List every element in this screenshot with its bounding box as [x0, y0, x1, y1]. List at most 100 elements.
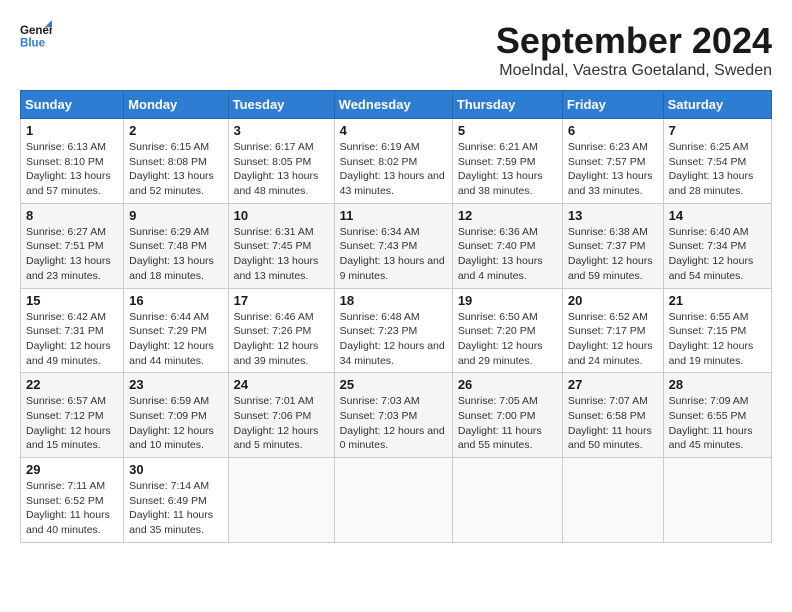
day-number: 18 [340, 293, 447, 308]
day-number: 1 [26, 123, 118, 138]
calendar-cell: 1 Sunrise: 6:13 AMSunset: 8:10 PMDaylight… [21, 119, 124, 204]
day-info: Sunrise: 6:59 AMSunset: 7:09 PMDaylight:… [129, 394, 222, 453]
day-number: 19 [458, 293, 557, 308]
calendar-cell: 4 Sunrise: 6:19 AMSunset: 8:02 PMDaylight… [334, 119, 452, 204]
calendar-cell: 9 Sunrise: 6:29 AMSunset: 7:48 PMDaylight… [124, 203, 228, 288]
calendar-table: SundayMondayTuesdayWednesdayThursdayFrid… [20, 90, 772, 543]
day-info: Sunrise: 6:25 AMSunset: 7:54 PMDaylight:… [669, 140, 766, 199]
weekday-header-monday: Monday [124, 91, 228, 119]
day-info: Sunrise: 6:38 AMSunset: 7:37 PMDaylight:… [568, 225, 658, 284]
weekday-header-thursday: Thursday [452, 91, 562, 119]
day-info: Sunrise: 7:01 AMSunset: 7:06 PMDaylight:… [234, 394, 329, 453]
day-info: Sunrise: 6:44 AMSunset: 7:29 PMDaylight:… [129, 310, 222, 369]
calendar-cell: 16 Sunrise: 6:44 AMSunset: 7:29 PMDayligh… [124, 288, 228, 373]
day-number: 4 [340, 123, 447, 138]
day-number: 5 [458, 123, 557, 138]
day-number: 30 [129, 462, 222, 477]
calendar-cell: 10 Sunrise: 6:31 AMSunset: 7:45 PMDayligh… [228, 203, 334, 288]
calendar-cell: 23 Sunrise: 6:59 AMSunset: 7:09 PMDayligh… [124, 373, 228, 458]
calendar-cell: 11 Sunrise: 6:34 AMSunset: 7:43 PMDayligh… [334, 203, 452, 288]
day-number: 22 [26, 377, 118, 392]
day-number: 23 [129, 377, 222, 392]
calendar-cell [452, 458, 562, 543]
day-info: Sunrise: 6:52 AMSunset: 7:17 PMDaylight:… [568, 310, 658, 369]
day-number: 16 [129, 293, 222, 308]
calendar-cell: 13 Sunrise: 6:38 AMSunset: 7:37 PMDayligh… [562, 203, 663, 288]
day-number: 29 [26, 462, 118, 477]
day-info: Sunrise: 7:11 AMSunset: 6:52 PMDaylight:… [26, 479, 118, 538]
location-title: Moelndal, Vaestra Goetaland, Sweden [496, 62, 772, 80]
day-number: 7 [669, 123, 766, 138]
calendar-cell: 21Sunrise: 6:55 AMSunset: 7:15 PMDayligh… [663, 288, 771, 373]
calendar-cell: 2Sunrise: 6:15 AMSunset: 8:08 PMDaylight… [124, 119, 228, 204]
calendar-cell: 5 Sunrise: 6:21 AMSunset: 7:59 PMDaylight… [452, 119, 562, 204]
calendar-cell: 12 Sunrise: 6:36 AMSunset: 7:40 PMDayligh… [452, 203, 562, 288]
day-info: Sunrise: 7:03 AMSunset: 7:03 PMDaylight:… [340, 394, 447, 453]
day-number: 26 [458, 377, 557, 392]
day-number: 13 [568, 208, 658, 223]
calendar-cell: 30 Sunrise: 7:14 AMSunset: 6:49 PMDayligh… [124, 458, 228, 543]
day-info: Sunrise: 6:31 AMSunset: 7:45 PMDaylight:… [234, 225, 329, 284]
calendar-cell: 27 Sunrise: 7:07 AMSunset: 6:58 PMDayligh… [562, 373, 663, 458]
day-info: Sunrise: 6:48 AMSunset: 7:23 PMDaylight:… [340, 310, 447, 369]
month-title: September 2024 [496, 20, 772, 62]
day-info: Sunrise: 6:17 AMSunset: 8:05 PMDaylight:… [234, 140, 329, 199]
day-number: 25 [340, 377, 447, 392]
day-number: 3 [234, 123, 329, 138]
day-number: 28 [669, 377, 766, 392]
calendar-cell: 18 Sunrise: 6:48 AMSunset: 7:23 PMDayligh… [334, 288, 452, 373]
day-info: Sunrise: 6:23 AMSunset: 7:57 PMDaylight:… [568, 140, 658, 199]
day-info: Sunrise: 6:19 AMSunset: 8:02 PMDaylight:… [340, 140, 447, 199]
day-number: 9 [129, 208, 222, 223]
day-info: Sunrise: 6:42 AMSunset: 7:31 PMDaylight:… [26, 310, 118, 369]
calendar-cell: 22 Sunrise: 6:57 AMSunset: 7:12 PMDayligh… [21, 373, 124, 458]
day-number: 10 [234, 208, 329, 223]
calendar-cell: 7 Sunrise: 6:25 AMSunset: 7:54 PMDaylight… [663, 119, 771, 204]
day-info: Sunrise: 7:09 AMSunset: 6:55 PMDaylight:… [669, 394, 766, 453]
day-info: Sunrise: 7:07 AMSunset: 6:58 PMDaylight:… [568, 394, 658, 453]
day-info: Sunrise: 6:34 AMSunset: 7:43 PMDaylight:… [340, 225, 447, 284]
day-info: Sunrise: 6:29 AMSunset: 7:48 PMDaylight:… [129, 225, 222, 284]
day-info: Sunrise: 6:46 AMSunset: 7:26 PMDaylight:… [234, 310, 329, 369]
day-info: Sunrise: 6:50 AMSunset: 7:20 PMDaylight:… [458, 310, 557, 369]
day-info: Sunrise: 6:36 AMSunset: 7:40 PMDaylight:… [458, 225, 557, 284]
calendar-cell [228, 458, 334, 543]
weekday-header-tuesday: Tuesday [228, 91, 334, 119]
day-number: 24 [234, 377, 329, 392]
calendar-cell [562, 458, 663, 543]
day-number: 15 [26, 293, 118, 308]
day-info: Sunrise: 6:55 AMSunset: 7:15 PMDaylight:… [669, 310, 766, 369]
calendar-cell [334, 458, 452, 543]
day-number: 14 [669, 208, 766, 223]
calendar-cell: 20 Sunrise: 6:52 AMSunset: 7:17 PMDayligh… [562, 288, 663, 373]
calendar-cell: 8 Sunrise: 6:27 AMSunset: 7:51 PMDaylight… [21, 203, 124, 288]
day-info: Sunrise: 6:57 AMSunset: 7:12 PMDaylight:… [26, 394, 118, 453]
day-number: 17 [234, 293, 329, 308]
day-number: 12 [458, 208, 557, 223]
weekday-header-wednesday: Wednesday [334, 91, 452, 119]
day-info: Sunrise: 7:05 AMSunset: 7:00 PMDaylight:… [458, 394, 557, 453]
day-number: 11 [340, 208, 447, 223]
day-number: 6 [568, 123, 658, 138]
day-info: Sunrise: 6:13 AMSunset: 8:10 PMDaylight:… [26, 140, 118, 199]
weekday-header-saturday: Saturday [663, 91, 771, 119]
svg-text:Blue: Blue [20, 38, 46, 50]
day-info: Sunrise: 6:40 AMSunset: 7:34 PMDaylight:… [669, 225, 766, 284]
day-number: 2 [129, 123, 222, 138]
day-number: 27 [568, 377, 658, 392]
calendar-cell: 17 Sunrise: 6:46 AMSunset: 7:26 PMDayligh… [228, 288, 334, 373]
calendar-cell: 3 Sunrise: 6:17 AMSunset: 8:05 PMDaylight… [228, 119, 334, 204]
day-info: Sunrise: 6:27 AMSunset: 7:51 PMDaylight:… [26, 225, 118, 284]
day-info: Sunrise: 7:14 AMSunset: 6:49 PMDaylight:… [129, 479, 222, 538]
calendar-cell: 14 Sunrise: 6:40 AMSunset: 7:34 PMDayligh… [663, 203, 771, 288]
calendar-cell: 25 Sunrise: 7:03 AMSunset: 7:03 PMDayligh… [334, 373, 452, 458]
day-info: Sunrise: 6:21 AMSunset: 7:59 PMDaylight:… [458, 140, 557, 199]
calendar-cell: 28 Sunrise: 7:09 AMSunset: 6:55 PMDayligh… [663, 373, 771, 458]
day-number: 20 [568, 293, 658, 308]
logo: General Blue [20, 20, 52, 52]
calendar-cell [663, 458, 771, 543]
calendar-cell: 15 Sunrise: 6:42 AMSunset: 7:31 PMDayligh… [21, 288, 124, 373]
day-number: 8 [26, 208, 118, 223]
calendar-cell: 26 Sunrise: 7:05 AMSunset: 7:00 PMDayligh… [452, 373, 562, 458]
weekday-header-sunday: Sunday [21, 91, 124, 119]
